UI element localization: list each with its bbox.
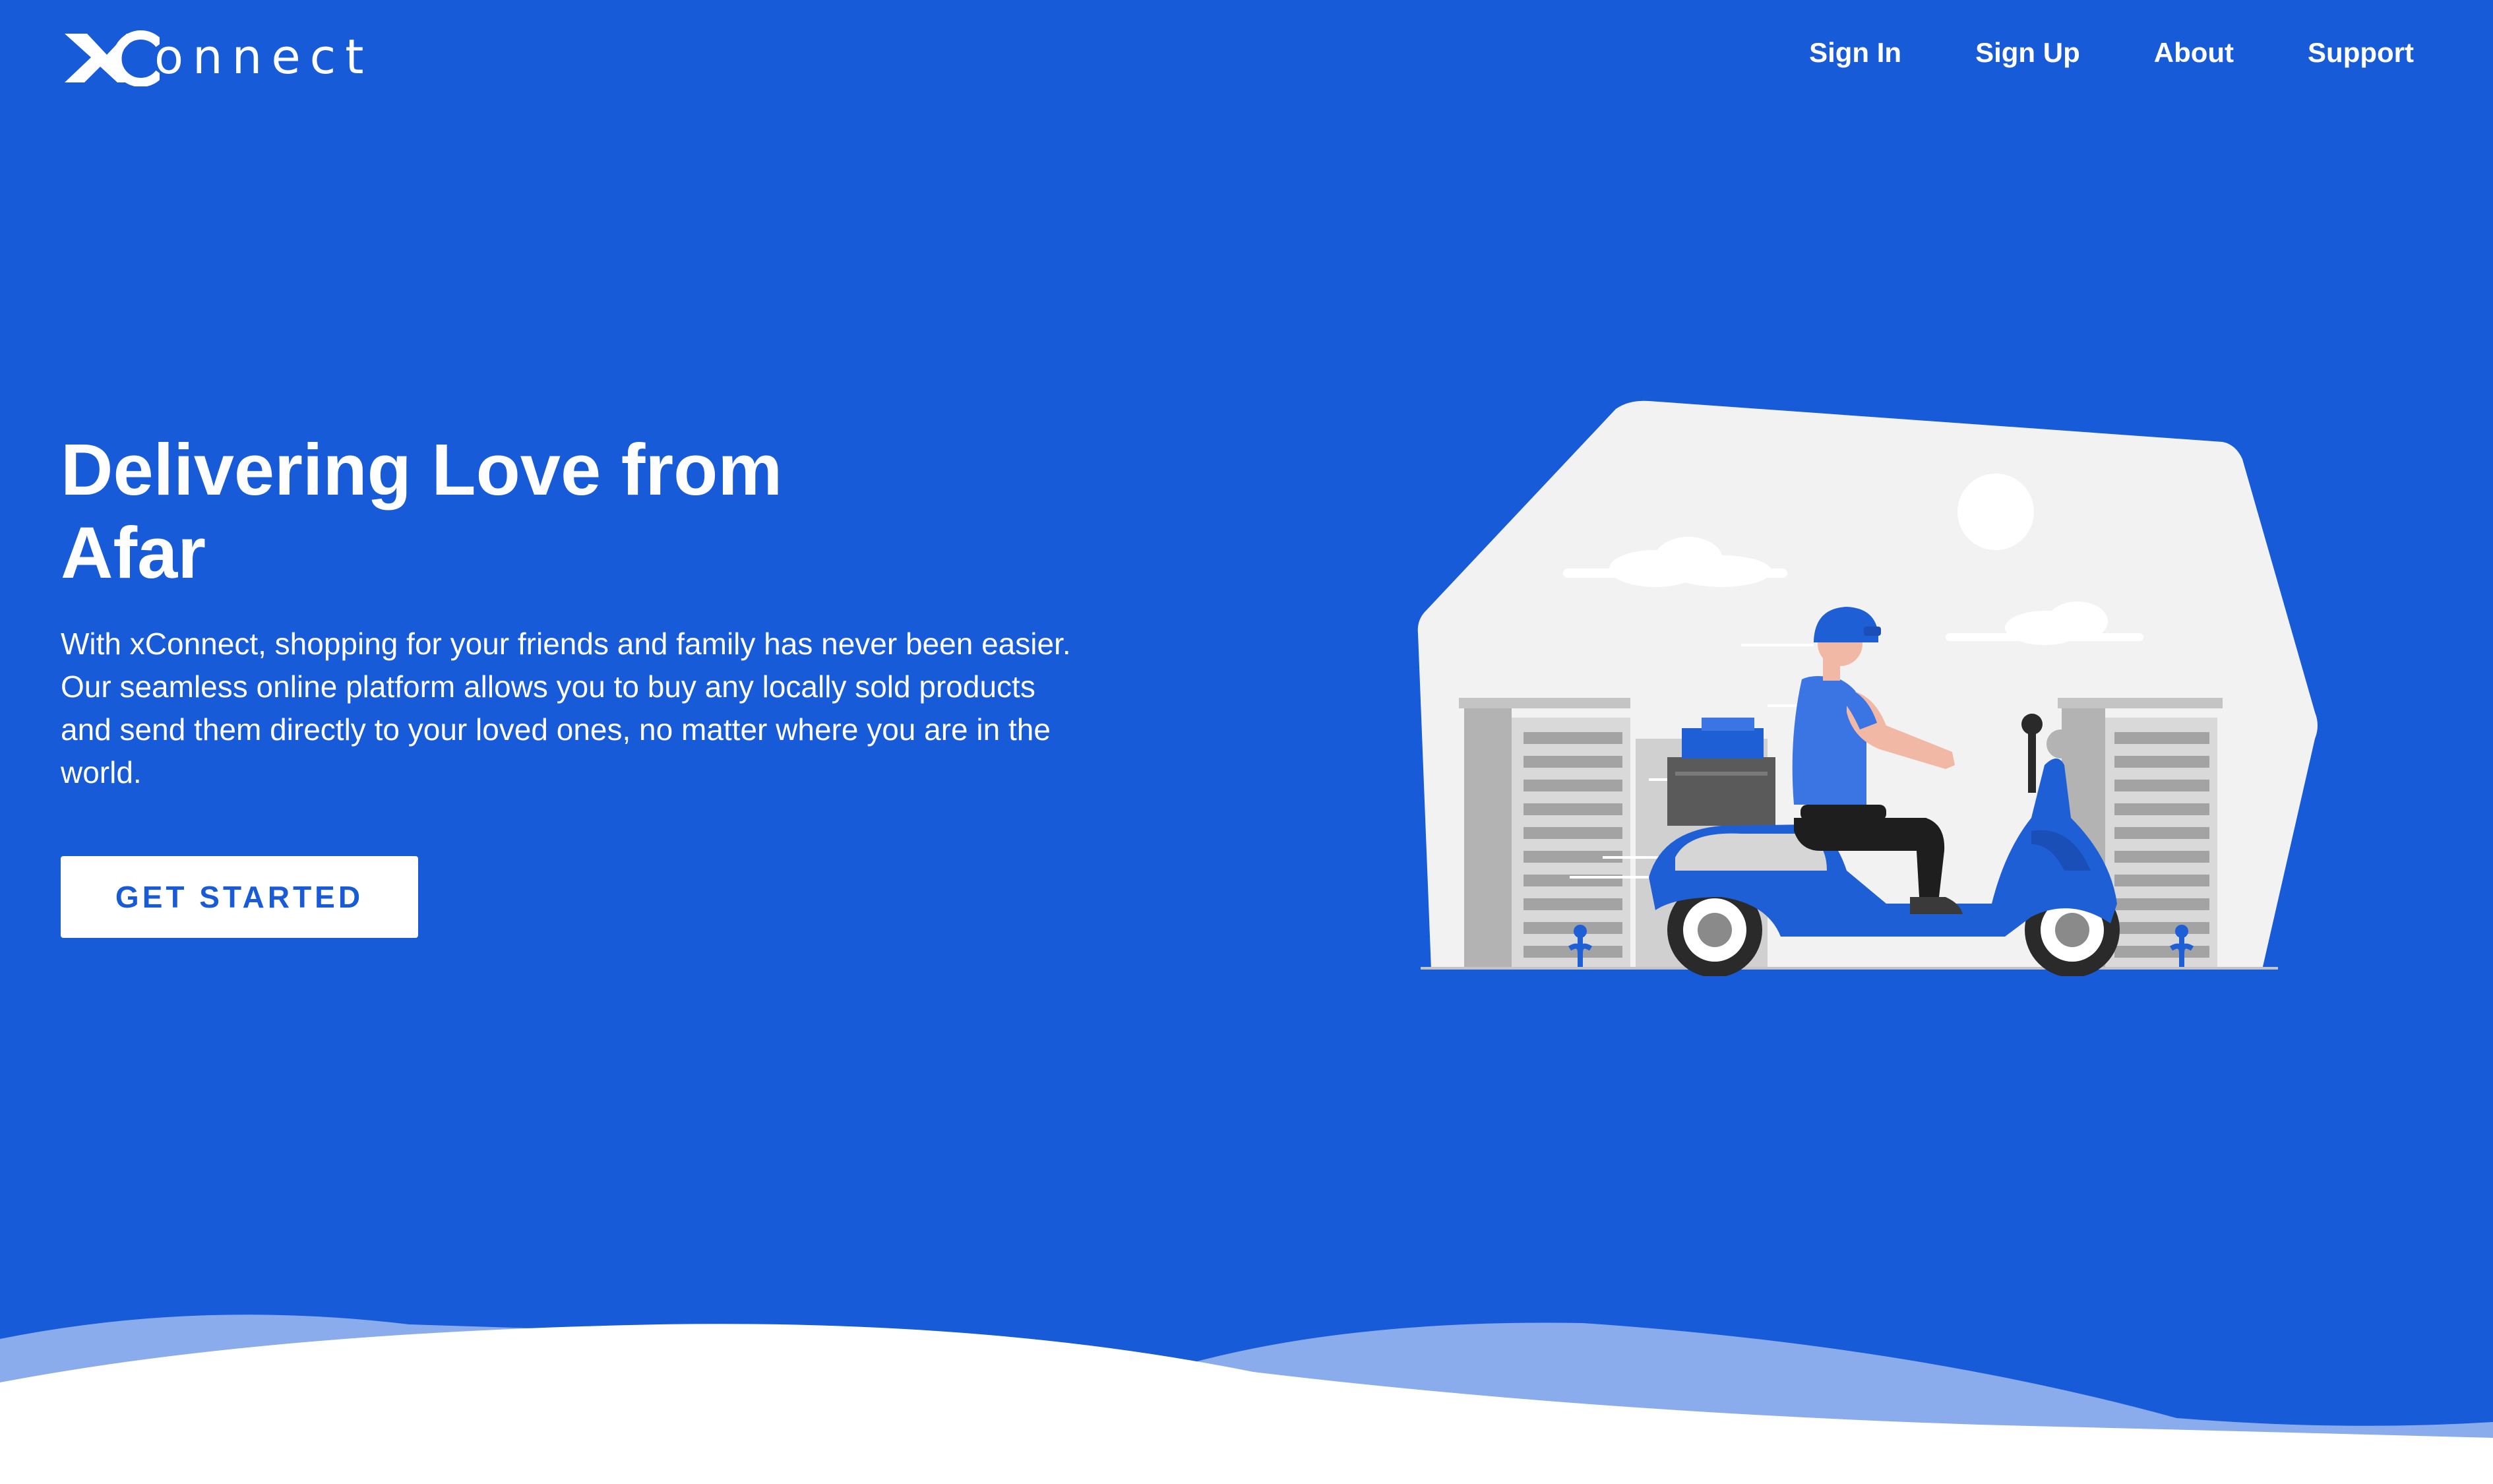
package-boxes — [1667, 718, 1775, 826]
sun-shape — [1957, 474, 2034, 550]
nav-sign-in[interactable]: Sign In — [1809, 37, 1901, 69]
xconnect-x-logo-icon — [65, 30, 160, 86]
brand-name: onnect — [154, 29, 373, 84]
nav-sign-up[interactable]: Sign Up — [1975, 37, 2080, 69]
hero-title-line2: Afar — [61, 512, 206, 594]
get-started-button[interactable]: GET STARTED — [61, 856, 418, 938]
nav-support[interactable]: Support — [2308, 37, 2414, 69]
hero-title-line1: Delivering Love from — [61, 429, 783, 510]
hero-title: Delivering Love from Afar — [61, 429, 1050, 595]
building-left — [1459, 698, 1630, 970]
delivery-scooter-illustration — [1417, 400, 2318, 976]
main-nav: Sign In Sign Up About Support — [1809, 37, 2414, 69]
nav-about[interactable]: About — [2154, 37, 2234, 69]
site-header: onnect Sign In Sign Up About Support — [0, 0, 2493, 119]
hero-description: With xConnect, shopping for your friends… — [61, 627, 1071, 789]
landing-page: onnect Sign In Sign Up About Support Del… — [0, 0, 2493, 1484]
wave-decoration — [0, 1314, 2493, 1484]
brand-logo[interactable]: onnect — [61, 25, 373, 91]
